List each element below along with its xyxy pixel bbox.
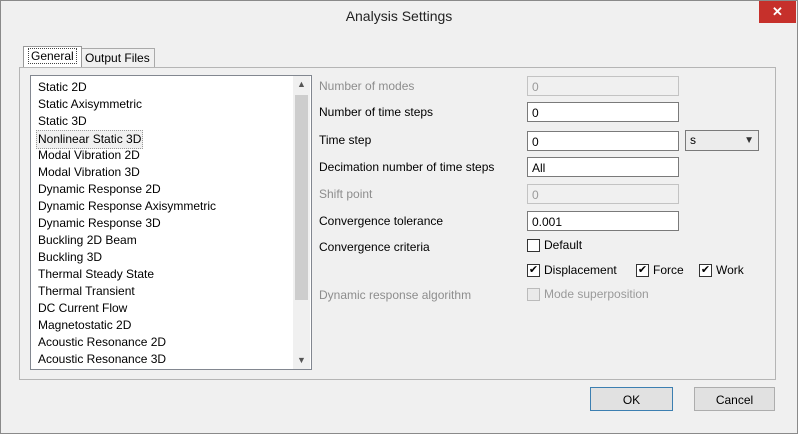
ok-button[interactable]: OK: [590, 387, 673, 411]
decimation-input[interactable]: All: [527, 157, 679, 177]
analysis-type-list[interactable]: Static 2D Static Axisymmetric Static 3D Non…: [30, 75, 312, 370]
list-item[interactable]: Thermal Steady State: [38, 266, 154, 283]
number-of-modes-input: 0: [527, 76, 679, 96]
close-icon: ✕: [772, 4, 783, 19]
list-item[interactable]: Modal Vibration 3D: [38, 164, 140, 181]
displacement-checkbox[interactable]: ✔: [527, 264, 540, 277]
list-item[interactable]: Buckling 2D Beam: [38, 232, 137, 249]
number-of-time-steps-input[interactable]: 0: [527, 102, 679, 122]
default-checkbox-label: Default: [544, 238, 583, 252]
tab-output-files-label: Output Files: [85, 51, 150, 65]
list-item[interactable]: Static 2D: [38, 79, 87, 96]
force-checkbox[interactable]: ✔: [636, 264, 649, 277]
number-of-time-steps-label: Number of time steps: [319, 105, 434, 119]
convergence-criteria-label: Convergence criteria: [319, 240, 430, 254]
list-item[interactable]: DC Current Flow: [38, 300, 127, 317]
convergence-tolerance-label: Convergence tolerance: [319, 214, 444, 228]
dialog-title: Analysis Settings: [345, 8, 453, 24]
close-button[interactable]: ✕: [759, 1, 796, 23]
mode-superposition-checkbox-label: Mode superposition: [544, 287, 649, 301]
shift-point-label: Shift point: [319, 187, 373, 201]
list-item[interactable]: Acoustic Resonance 2D: [38, 334, 166, 351]
chevron-down-icon: ▼: [744, 135, 754, 146]
dynamic-response-algorithm-label: Dynamic response algorithm: [319, 288, 472, 302]
list-item[interactable]: Modal Vibration 2D: [38, 147, 140, 164]
force-checkbox-label: Force: [653, 263, 684, 277]
title-bar: Analysis Settings ✕: [1, 1, 797, 32]
time-step-unit-value: s: [690, 133, 696, 147]
list-item[interactable]: Buckling 3D: [38, 249, 102, 266]
list-item[interactable]: Magnetostatic 2D: [38, 317, 131, 334]
time-step-label: Time step: [319, 133, 372, 147]
list-item[interactable]: Dynamic Response Axisymmetric: [38, 198, 216, 215]
work-checkbox[interactable]: ✔: [699, 264, 712, 277]
list-item[interactable]: Thermal Transient: [38, 283, 135, 300]
displacement-checkbox-label: Displacement: [544, 263, 617, 277]
convergence-tolerance-input[interactable]: 0.001: [527, 211, 679, 231]
time-step-input[interactable]: 0: [527, 131, 679, 151]
list-item[interactable]: Acoustic Resonance 3D: [38, 351, 166, 368]
list-item[interactable]: Dynamic Response 2D: [38, 181, 161, 198]
time-step-unit-select[interactable]: s ▼: [685, 130, 759, 151]
tab-general[interactable]: General: [23, 46, 82, 67]
default-checkbox[interactable]: [527, 239, 540, 252]
list-scrollbar[interactable]: ▲ ▼: [293, 76, 310, 369]
list-item[interactable]: Static 3D: [38, 113, 87, 130]
mode-superposition-checkbox: [527, 288, 540, 301]
list-item[interactable]: Static Axisymmetric: [38, 96, 142, 113]
decimation-label: Decimation number of time steps: [319, 160, 495, 174]
number-of-modes-label: Number of modes: [319, 79, 415, 93]
cancel-button[interactable]: Cancel: [694, 387, 775, 411]
scroll-down-icon[interactable]: ▼: [293, 352, 310, 369]
tab-general-label: General: [28, 48, 77, 64]
list-item[interactable]: Dynamic Response 3D: [38, 215, 161, 232]
scroll-up-icon[interactable]: ▲: [293, 76, 310, 93]
tab-output-files[interactable]: Output Files: [80, 48, 155, 67]
shift-point-input: 0: [527, 184, 679, 204]
scroll-thumb[interactable]: [295, 95, 308, 300]
work-checkbox-label: Work: [716, 263, 744, 277]
